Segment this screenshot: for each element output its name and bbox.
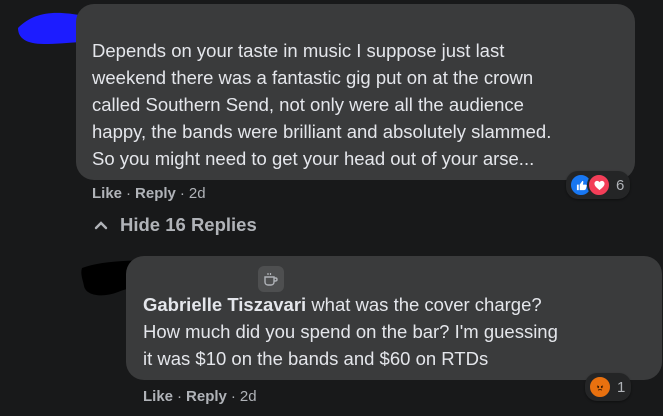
reply-actions: Like · Reply · 2d xyxy=(143,388,257,405)
reaction-count: 1 xyxy=(617,378,626,396)
hide-replies-button[interactable]: Hide 16 Replies xyxy=(94,214,257,236)
reply-line: How much did you spend on the bar? I'm g… xyxy=(143,321,558,342)
reaction-count: 6 xyxy=(616,176,625,194)
timestamp[interactable]: 2d xyxy=(240,388,257,405)
comment-line: weekend there was a fantastic gig put on… xyxy=(92,67,534,88)
comment-actions: Like · Reply · 2d xyxy=(92,185,206,202)
reply-reactions[interactable]: 1 xyxy=(585,373,632,401)
reply-line: it was $10 on the bands and $60 on RTDs xyxy=(143,348,489,369)
like-link[interactable]: Like xyxy=(92,185,122,202)
comment-bubble: Depends on your taste in music I suppose… xyxy=(76,4,635,180)
reply-text: Gabrielle Tiszavari what was the cover c… xyxy=(143,291,655,372)
comment-line: Depends on your taste in music I suppose… xyxy=(92,40,505,61)
like-link[interactable]: Like xyxy=(143,388,173,405)
comment-text: Depends on your taste in music I suppose… xyxy=(92,37,632,172)
comment-line: So you might need to get your head out o… xyxy=(92,148,535,169)
love-icon xyxy=(587,173,611,197)
reply-link[interactable]: Reply xyxy=(186,388,227,405)
coffee-icon xyxy=(258,266,284,292)
chevron-up-icon xyxy=(94,221,108,230)
reply-bubble: Gabrielle Tiszavari what was the cover c… xyxy=(126,256,662,380)
comment-line: happy, the bands were brilliant and abso… xyxy=(92,121,552,142)
reply-link[interactable]: Reply xyxy=(135,185,176,202)
reply-first-line: what was the cover charge? xyxy=(311,294,542,315)
timestamp[interactable]: 2d xyxy=(189,185,206,202)
comment-line: called Southern Send, not only were all … xyxy=(92,94,524,115)
angry-icon xyxy=(588,375,612,399)
hide-replies-label: Hide 16 Replies xyxy=(120,214,257,235)
reply-author[interactable]: Gabrielle Tiszavari xyxy=(143,294,306,315)
comment-reactions[interactable]: 6 xyxy=(566,171,631,199)
